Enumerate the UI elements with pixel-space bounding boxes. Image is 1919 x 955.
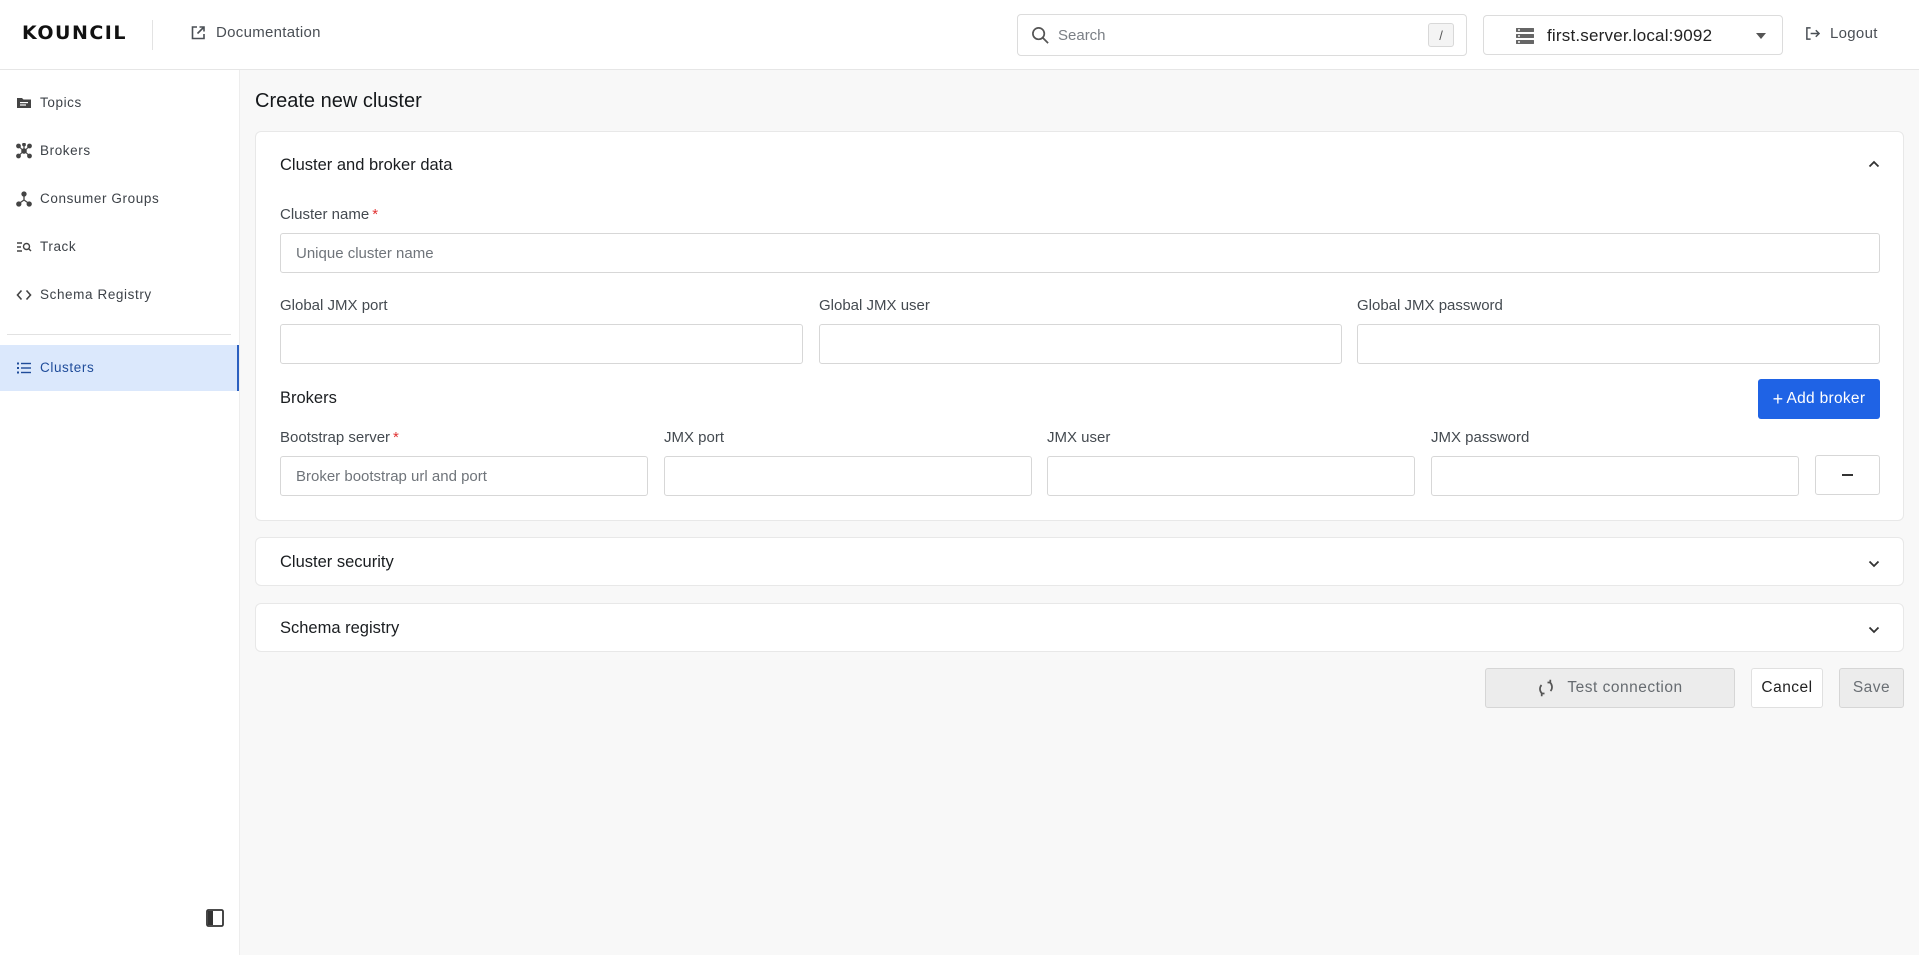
sidebar-divider bbox=[7, 334, 231, 335]
sidebar: Topics Brokers Consumer Groups Track Sch… bbox=[0, 70, 240, 955]
bootstrap-server-label-text: Bootstrap server bbox=[280, 429, 391, 446]
selected-server-label: first.server.local:9092 bbox=[1547, 26, 1713, 45]
save-button[interactable]: Save bbox=[1839, 668, 1904, 708]
required-mark: * bbox=[393, 429, 399, 446]
header-divider bbox=[152, 20, 153, 50]
logout-button[interactable]: Logout bbox=[1805, 25, 1878, 42]
cluster-name-label-text: Cluster name bbox=[280, 206, 370, 223]
jmx-user-input[interactable] bbox=[1047, 456, 1415, 496]
cluster-name-label: Cluster name * bbox=[280, 206, 378, 223]
sidebar-item-track[interactable]: Track bbox=[0, 224, 239, 270]
logout-icon bbox=[1806, 27, 1820, 40]
brokers-network-icon bbox=[16, 143, 32, 159]
documentation-link[interactable]: Documentation bbox=[190, 24, 321, 41]
plus-icon: + bbox=[1772, 388, 1784, 409]
search-shortcut-key: / bbox=[1428, 23, 1454, 47]
chevron-up-icon[interactable] bbox=[1867, 157, 1881, 171]
chevron-down-icon[interactable] bbox=[1867, 557, 1881, 571]
jmx-user-label: JMX user bbox=[1047, 429, 1111, 446]
schema-registry-title[interactable]: Schema registry bbox=[280, 619, 399, 638]
external-link-icon bbox=[191, 25, 205, 39]
cluster-security-panel[interactable]: Cluster security bbox=[255, 537, 1904, 586]
sidebar-item-brokers[interactable]: Brokers bbox=[0, 128, 239, 174]
sidebar-collapse-icon[interactable] bbox=[205, 908, 225, 928]
cluster-broker-data-title[interactable]: Cluster and broker data bbox=[280, 156, 452, 175]
bootstrap-server-label: Bootstrap server * bbox=[280, 429, 399, 446]
page-title: Create new cluster bbox=[255, 90, 422, 112]
sidebar-item-schema-registry[interactable]: Schema Registry bbox=[0, 272, 239, 318]
add-broker-label: Add broker bbox=[1786, 390, 1866, 407]
global-jmx-user-input[interactable] bbox=[819, 324, 1342, 364]
folder-icon bbox=[17, 98, 31, 108]
track-search-icon bbox=[17, 242, 32, 252]
list-icon bbox=[17, 362, 31, 374]
search-box[interactable]: / bbox=[1017, 14, 1467, 56]
sidebar-item-topics[interactable]: Topics bbox=[0, 80, 239, 126]
cluster-name-input[interactable] bbox=[280, 233, 1880, 273]
search-input[interactable] bbox=[1018, 15, 1418, 55]
jmx-password-label: JMX password bbox=[1431, 429, 1530, 446]
bootstrap-server-input[interactable] bbox=[280, 456, 648, 496]
global-jmx-user-label: Global JMX user bbox=[819, 297, 930, 314]
sidebar-item-label: Consumer Groups bbox=[40, 191, 160, 206]
schema-registry-panel[interactable]: Schema registry bbox=[255, 603, 1904, 652]
logout-label: Logout bbox=[1830, 25, 1878, 42]
consumer-groups-icon bbox=[16, 191, 32, 207]
global-jmx-password-label: Global JMX password bbox=[1357, 297, 1503, 314]
sidebar-item-label: Topics bbox=[40, 95, 82, 110]
server-icon bbox=[1516, 28, 1534, 44]
documentation-label: Documentation bbox=[216, 24, 321, 41]
add-broker-button[interactable]: + Add broker bbox=[1758, 379, 1880, 419]
top-header: KOUNCIL Documentation / first.server.loc… bbox=[0, 0, 1919, 70]
jmx-port-input[interactable] bbox=[664, 456, 1032, 496]
jmx-password-input[interactable] bbox=[1431, 456, 1799, 496]
test-connection-button[interactable]: Test connection bbox=[1485, 668, 1735, 708]
jmx-port-label: JMX port bbox=[664, 429, 725, 446]
sync-icon bbox=[1539, 679, 1554, 697]
app-logo[interactable]: KOUNCIL bbox=[22, 22, 127, 44]
sidebar-item-label: Schema Registry bbox=[40, 287, 152, 302]
required-mark: * bbox=[372, 206, 379, 223]
test-connection-label: Test connection bbox=[1567, 679, 1683, 696]
code-icon bbox=[16, 289, 32, 301]
sidebar-item-consumer-groups[interactable]: Consumer Groups bbox=[0, 176, 239, 222]
global-jmx-port-input[interactable] bbox=[280, 324, 803, 364]
dropdown-caret-icon bbox=[1756, 33, 1766, 39]
sidebar-item-label: Track bbox=[40, 239, 77, 254]
cluster-security-title[interactable]: Cluster security bbox=[280, 553, 394, 572]
remove-broker-button[interactable] bbox=[1815, 455, 1880, 495]
sidebar-item-label: Clusters bbox=[40, 360, 95, 375]
sidebar-item-clusters[interactable]: Clusters bbox=[0, 345, 239, 391]
sidebar-item-label: Brokers bbox=[40, 143, 91, 158]
cancel-button[interactable]: Cancel bbox=[1751, 668, 1823, 708]
search-icon bbox=[1032, 27, 1049, 44]
cluster-broker-data-panel: Cluster and broker data Cluster name* Gl… bbox=[255, 131, 1904, 521]
minus-icon bbox=[1842, 474, 1853, 476]
server-select[interactable]: first.server.local:9092 bbox=[1483, 15, 1783, 55]
brokers-title: Brokers bbox=[280, 389, 337, 407]
global-jmx-password-input[interactable] bbox=[1357, 324, 1880, 364]
global-jmx-port-label: Global JMX port bbox=[280, 297, 388, 314]
chevron-down-icon[interactable] bbox=[1867, 623, 1881, 637]
